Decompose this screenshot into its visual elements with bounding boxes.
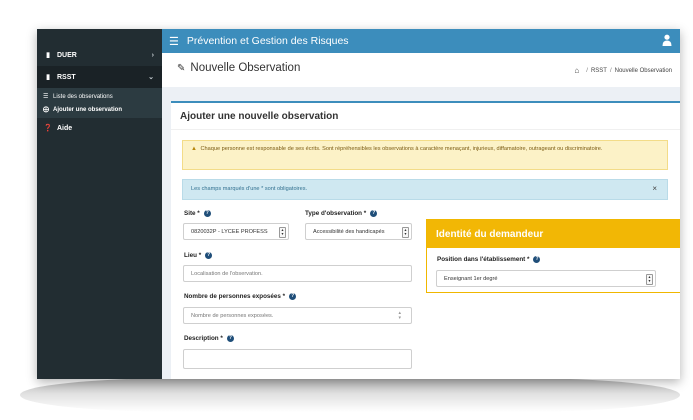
position-label-text: Position dans l'établissement * xyxy=(437,256,530,263)
app-window: ▮ DUER › ▮ RSST ⌄ ☰ Liste des observatio… xyxy=(37,29,680,379)
select-arrows-icon: ▲ ▼ xyxy=(646,274,653,285)
sidebar-item-liste-observations[interactable]: ☰ Liste des observations xyxy=(37,90,162,103)
sidebar-submenu: ☰ Liste des observations ⨁ Ajouter une o… xyxy=(37,88,162,118)
help-icon[interactable]: ? xyxy=(205,252,213,259)
site-label-text: Site * xyxy=(184,210,200,217)
chevron-down-icon: ⌄ xyxy=(148,74,154,81)
help-icon[interactable]: ? xyxy=(289,293,297,300)
book-icon: ▮ xyxy=(46,74,50,81)
app-title: Prévention et Gestion des Risques xyxy=(186,35,349,47)
description-label-text: Description * xyxy=(184,335,223,342)
help-icon[interactable]: ? xyxy=(203,210,211,217)
nb-personnes-label-text: Nombre de personnes exposées * xyxy=(184,293,286,300)
info-alert: Les champs marqués d'une * sont obligato… xyxy=(182,179,668,200)
position-select-value: Enseignant 1er degré xyxy=(444,275,498,282)
sidebar-subitem-label: Liste des observations xyxy=(53,93,113,100)
lieu-label: Lieu * ? xyxy=(184,252,213,259)
list-icon: ☰ xyxy=(43,94,49,100)
type-observation-label-text: Type d'observation * xyxy=(305,210,367,217)
site-select-value: 0820032P - LYCEE PROFESS xyxy=(191,228,268,235)
observation-card: Ajouter une nouvelle observation ▲ Chaqu… xyxy=(171,101,680,379)
sidebar-item-aide[interactable]: ❓ Aide xyxy=(37,118,162,138)
lieu-input[interactable]: Localisation de l'observation. xyxy=(183,265,412,282)
breadcrumb-item-current: Nouvelle Observation xyxy=(614,67,672,74)
content-header: ✎ Nouvelle Observation ⌂ / RSST / Nouvel… xyxy=(162,53,680,87)
breadcrumb: ⌂ / RSST / Nouvelle Observation xyxy=(574,66,672,75)
select-arrows-icon: ▲ ▼ xyxy=(279,227,286,238)
floor-shadow xyxy=(20,378,680,412)
nb-personnes-input[interactable]: Nombre de personnes exposées. ▴ ▾ xyxy=(183,307,412,324)
question-circle-icon: ❓ xyxy=(43,125,53,132)
site-label: Site * ? xyxy=(184,210,211,217)
breadcrumb-item-rsst[interactable]: RSST xyxy=(591,68,607,74)
top-navbar: ☰ Prévention et Gestion des Risques xyxy=(162,29,680,53)
sidebar-item-label: DUER xyxy=(57,51,77,59)
plus-circle-icon: ⨁ xyxy=(43,107,49,113)
identite-demandeur-panel: Identité du demandeur Position dans l'ét… xyxy=(426,219,680,293)
type-observation-select-value: Accessibilité des handicapés xyxy=(313,228,385,235)
page-title: ✎ Nouvelle Observation xyxy=(177,62,300,74)
chevron-right-icon: › xyxy=(151,51,154,59)
breadcrumb-separator: / xyxy=(586,67,588,74)
card-divider xyxy=(171,129,680,130)
sidebar-item-label: Aide xyxy=(57,124,73,132)
help-icon[interactable]: ? xyxy=(533,256,541,263)
sidebar-subitem-label: Ajouter une observation xyxy=(53,106,123,113)
lieu-placeholder: Localisation de l'observation. xyxy=(191,270,263,277)
sidebar-item-duer[interactable]: ▮ DUER › xyxy=(37,44,162,66)
select-arrows-icon: ▲ ▼ xyxy=(402,227,409,238)
site-select[interactable]: 0820032P - LYCEE PROFESS ▲ ▼ xyxy=(183,223,289,240)
identite-panel-header: Identité du demandeur xyxy=(427,220,680,248)
sidebar-item-label: RSST xyxy=(57,73,76,81)
card-title: Ajouter une nouvelle observation xyxy=(180,111,339,122)
description-label: Description * ? xyxy=(184,335,234,342)
nb-personnes-label: Nombre de personnes exposées * ? xyxy=(184,293,297,300)
number-spinner-icon[interactable]: ▴ ▾ xyxy=(398,311,401,321)
info-text: Les champs marqués d'une * sont obligato… xyxy=(191,186,308,192)
help-icon[interactable]: ? xyxy=(370,210,378,217)
breadcrumb-separator: / xyxy=(609,67,612,74)
help-icon[interactable]: ? xyxy=(226,335,234,342)
pencil-icon: ✎ xyxy=(177,62,186,74)
main-content: ✎ Nouvelle Observation ⌂ / RSST / Nouvel… xyxy=(162,53,680,379)
sidebar-item-ajouter-observation[interactable]: ⨁ Ajouter une observation xyxy=(37,103,162,116)
close-icon[interactable]: × xyxy=(652,184,657,193)
lieu-label-text: Lieu * xyxy=(184,252,202,259)
file-icon: ▮ xyxy=(46,52,50,59)
home-icon[interactable]: ⌂ xyxy=(574,66,579,75)
nb-personnes-placeholder: Nombre de personnes exposées. xyxy=(191,312,274,319)
position-select[interactable]: Enseignant 1er degré ▲ ▼ xyxy=(436,270,656,287)
type-observation-label: Type d'observation * ? xyxy=(305,210,378,217)
hamburger-menu-icon[interactable]: ☰ xyxy=(169,35,179,48)
sidebar-item-rsst[interactable]: ▮ RSST ⌄ xyxy=(37,66,162,88)
warning-text: Chaque personne est responsable de ses é… xyxy=(200,146,603,152)
user-icon[interactable] xyxy=(662,34,672,46)
warning-icon: ▲ xyxy=(191,146,197,152)
position-label: Position dans l'établissement * ? xyxy=(437,256,541,263)
page-title-text: Nouvelle Observation xyxy=(190,62,301,74)
warning-alert: ▲ Chaque personne est responsable de ses… xyxy=(182,140,668,170)
description-textarea[interactable] xyxy=(183,349,412,369)
sidebar: ▮ DUER › ▮ RSST ⌄ ☰ Liste des observatio… xyxy=(37,29,162,379)
type-observation-select[interactable]: Accessibilité des handicapés ▲ ▼ xyxy=(305,223,412,240)
